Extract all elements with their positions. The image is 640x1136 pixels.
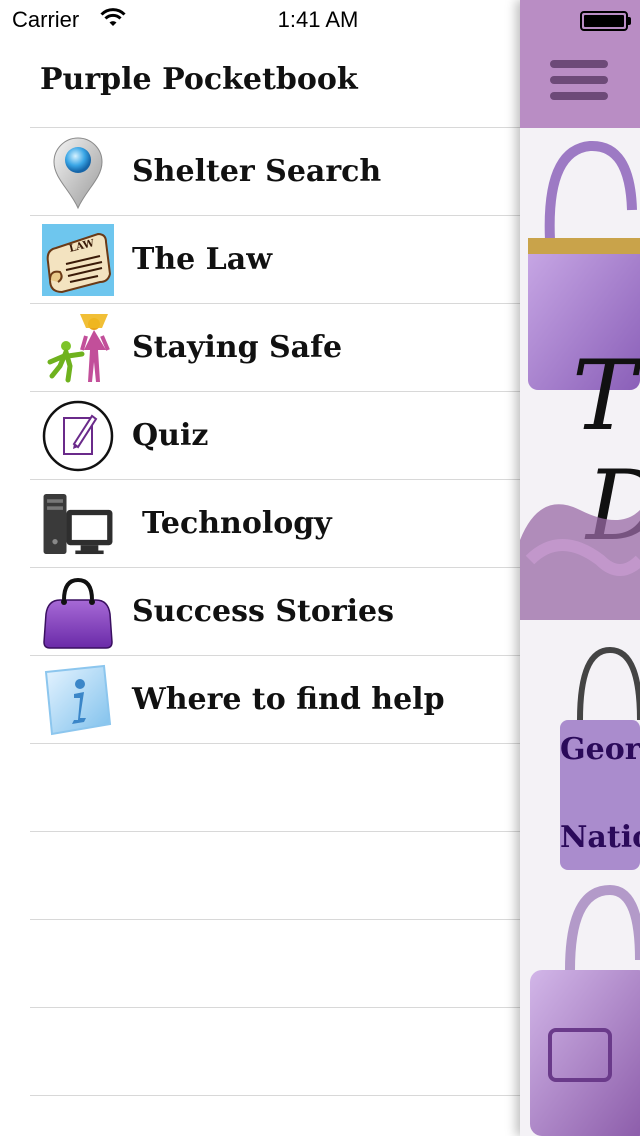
handbag-image	[520, 504, 640, 620]
menu-item-the-law[interactable]: LAW The Law	[30, 216, 520, 304]
menu-item-label: Staying Safe	[132, 330, 343, 365]
menu-item-technology[interactable]: Technology	[30, 480, 520, 568]
hamburger-line	[550, 60, 608, 68]
info-icon	[44, 664, 112, 736]
purple-handbag-icon	[43, 577, 113, 649]
menu-item-label: Quiz	[132, 418, 209, 453]
menu-list: Shelter Search LAW The Law Staying Safe …	[30, 127, 520, 1096]
panel-text-line: Natio	[560, 820, 640, 855]
map-pin-icon	[53, 137, 103, 210]
menu-item-label: Where to find help	[132, 682, 445, 717]
empty-row	[30, 744, 520, 832]
computer-icon	[43, 493, 113, 555]
menu-item-label: Technology	[142, 506, 332, 541]
menu-item-staying-safe[interactable]: Staying Safe	[30, 304, 520, 392]
menu-item-success-stories[interactable]: Success Stories	[30, 568, 520, 656]
menu-item-label: Shelter Search	[132, 154, 382, 189]
family-icon	[47, 314, 110, 383]
quiz-pencil-icon	[42, 400, 114, 472]
menu-item-where-to-find-help[interactable]: Where to find help	[30, 656, 520, 744]
empty-row	[30, 832, 520, 920]
side-menu: Purple Pocketbook Shelter Search LAW The…	[0, 0, 520, 1136]
hamburger-line	[550, 76, 608, 84]
menu-item-shelter-search[interactable]: Shelter Search	[30, 128, 520, 216]
panel-text-line: Georg	[560, 732, 640, 767]
main-content-panel[interactable]: T D Georg Natio	[520, 0, 640, 1136]
menu-title: Purple Pocketbook	[40, 62, 358, 97]
handbag-image	[530, 884, 640, 1136]
hamburger-line	[550, 92, 608, 100]
status-time: 1:41 AM	[277, 7, 359, 32]
menu-item-label: Success Stories	[132, 594, 395, 629]
menu-item-label: The Law	[132, 242, 273, 277]
law-scroll-icon: LAW	[42, 224, 114, 296]
battery-icon	[580, 11, 628, 31]
logo-script-letter: T	[572, 340, 637, 452]
empty-row	[30, 920, 520, 1008]
empty-row	[30, 1008, 520, 1096]
menu-toggle-button[interactable]	[550, 60, 610, 104]
menu-item-quiz[interactable]: Quiz	[30, 392, 520, 480]
status-bar: Carrier 1:41 AM	[0, 0, 640, 40]
